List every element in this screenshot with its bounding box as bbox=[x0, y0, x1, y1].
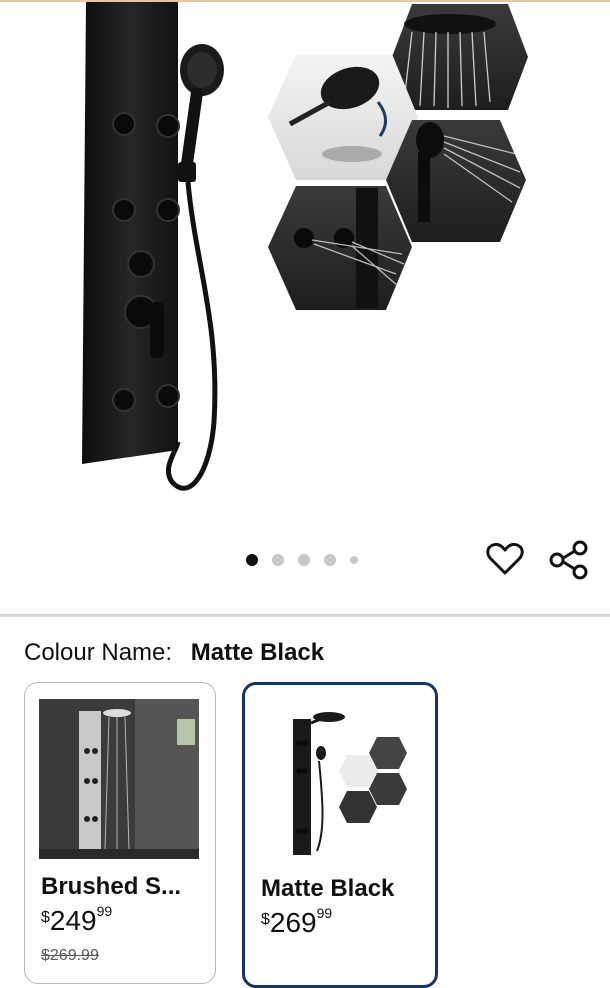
share-icon bbox=[549, 540, 588, 580]
variation-label: Colour Name: bbox=[24, 639, 173, 666]
pagination-dot-4[interactable] bbox=[324, 554, 336, 566]
section-divider bbox=[0, 614, 610, 617]
share-button[interactable] bbox=[546, 538, 590, 582]
pagination-dot-1[interactable] bbox=[246, 554, 258, 566]
feature-hex-body-jets bbox=[268, 186, 412, 310]
option-thumbnail-matte-black bbox=[259, 701, 419, 861]
shower-panel-illustration bbox=[82, 2, 528, 491]
image-pagination bbox=[246, 552, 358, 568]
feature-hex-handheld bbox=[386, 120, 526, 242]
option-price: $24999 bbox=[41, 902, 113, 936]
colour-option-brushed[interactable]: Brushed S... $24999 $269.99 bbox=[24, 682, 216, 984]
option-price: $26999 bbox=[261, 904, 333, 938]
pagination-dot-2[interactable] bbox=[272, 554, 284, 566]
feature-hex-rainhead bbox=[392, 4, 528, 110]
option-thumbnail-brushed bbox=[39, 699, 199, 859]
option-list-price: $269.99 bbox=[41, 947, 99, 964]
pagination-dot-5[interactable] bbox=[350, 556, 358, 564]
option-name: Matte Black bbox=[261, 875, 395, 902]
colour-option-matte-black[interactable]: Matte Black $26999 bbox=[242, 682, 438, 988]
variation-header: Colour Name: Matte Black bbox=[24, 638, 324, 668]
product-image[interactable] bbox=[0, 2, 610, 532]
option-name: Brushed S... bbox=[41, 873, 182, 900]
wishlist-button[interactable] bbox=[484, 538, 526, 580]
variation-selected-value: Matte Black bbox=[190, 639, 325, 666]
pagination-dot-3[interactable] bbox=[298, 554, 310, 566]
heart-icon bbox=[486, 542, 524, 575]
